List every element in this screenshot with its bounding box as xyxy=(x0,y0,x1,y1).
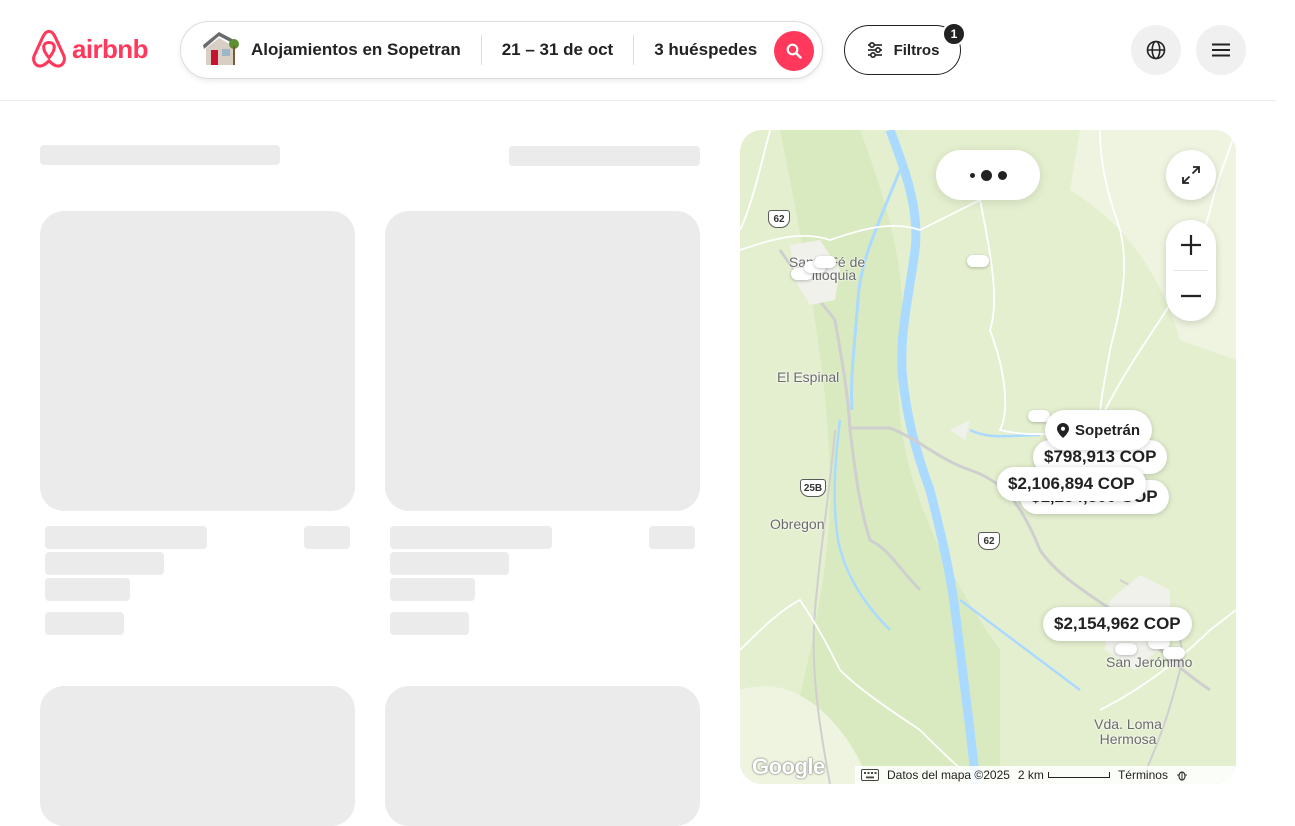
listing-marker[interactable] xyxy=(1163,647,1185,659)
zoom-in-button[interactable] xyxy=(1166,220,1216,270)
skeleton-text-line xyxy=(45,612,124,635)
map-label-loma-hermosa: Vda. Loma Hermosa xyxy=(1094,716,1162,747)
map-label-el-espinal: El Espinal xyxy=(777,369,840,385)
map-loading-indicator xyxy=(936,150,1040,200)
listing-marker[interactable] xyxy=(967,255,989,267)
language-button[interactable] xyxy=(1131,25,1181,75)
skeleton-listing-image xyxy=(385,686,700,826)
map-scale-label: 2 km xyxy=(1017,768,1044,782)
plus-icon xyxy=(1181,235,1201,255)
skeleton-listing-image xyxy=(40,211,355,511)
map-label-obregon: Obregon xyxy=(770,516,825,532)
map-data-attribution[interactable]: Datos del mapa ©2025 xyxy=(887,768,1010,782)
airbnb-logo[interactable]: airbnb xyxy=(30,29,148,69)
place-marker-label: Sopetrán xyxy=(1075,421,1141,439)
keyboard-icon[interactable] xyxy=(861,769,879,781)
globe-icon xyxy=(1146,40,1166,60)
skeleton-text-line xyxy=(390,552,509,575)
skeleton-text-line xyxy=(390,578,475,601)
skeleton-text-line xyxy=(45,526,207,549)
search-dates[interactable]: 21 – 31 de oct xyxy=(482,22,634,78)
search-guests[interactable]: 3 huéspedes xyxy=(634,22,777,78)
filters-label: Filtros xyxy=(893,41,940,59)
highway-62-shield: 62 xyxy=(768,210,790,228)
google-logo: Google xyxy=(752,754,825,779)
search-button[interactable] xyxy=(774,31,814,71)
listing-marker[interactable] xyxy=(814,256,836,268)
skeleton-text-line xyxy=(304,526,350,549)
map-scale-bar xyxy=(1047,772,1110,778)
loading-dot xyxy=(980,169,992,181)
report-bug-icon[interactable] xyxy=(1176,769,1188,781)
airbnb-logo-icon xyxy=(32,29,66,68)
location-pin-icon xyxy=(1057,422,1069,438)
skeleton-text-line xyxy=(390,526,552,549)
skeleton-text-line xyxy=(45,552,164,575)
search-bar[interactable]: Alojamientos en Sopetran 21 – 31 de oct … xyxy=(180,21,823,79)
expand-map-button[interactable] xyxy=(1166,150,1216,200)
search-location-text: Alojamientos en Sopetran xyxy=(251,40,461,59)
zoom-controls xyxy=(1166,220,1216,321)
skeleton-listing-image xyxy=(385,211,700,511)
skeleton-text-line xyxy=(45,578,130,601)
place-marker-sopetran[interactable]: Sopetrán xyxy=(1045,410,1153,450)
hamburger-menu-icon xyxy=(1212,43,1230,57)
highway-62-shield: 62 xyxy=(978,532,1000,550)
price-marker[interactable]: $2,154,962 COP xyxy=(1043,607,1192,641)
loading-dot xyxy=(969,172,975,178)
skeleton-text-line xyxy=(649,526,695,549)
minus-icon xyxy=(1181,294,1201,298)
map-attribution-bar: Datos del mapa ©2025 2 km Términos xyxy=(855,766,1236,784)
house-icon xyxy=(203,32,239,65)
filters-count-badge: 1 xyxy=(942,22,966,46)
map-panel[interactable]: Santa Fé de Antioquia El Espinal Obregon… xyxy=(740,130,1236,784)
airbnb-wordmark: airbnb xyxy=(72,33,148,64)
skeleton-sort-control xyxy=(509,146,700,166)
price-marker[interactable]: $2,106,894 COP xyxy=(997,467,1146,501)
listing-marker[interactable] xyxy=(1115,643,1137,655)
sliders-icon xyxy=(867,41,882,59)
search-location[interactable]: Alojamientos en Sopetran xyxy=(181,22,481,78)
highway-25b-shield: 25B xyxy=(800,479,826,497)
zoom-out-button[interactable] xyxy=(1166,271,1216,321)
map-terms-link[interactable]: Términos xyxy=(1118,768,1168,782)
main-menu-button[interactable] xyxy=(1196,25,1246,75)
skeleton-text-line xyxy=(390,612,469,635)
skeleton-results-count xyxy=(40,145,280,165)
search-icon xyxy=(786,43,802,59)
skeleton-listing-image xyxy=(40,686,355,826)
loading-dot xyxy=(997,170,1007,180)
top-header: airbnb Alojamientos en Sopetran 21 – 31 … xyxy=(0,0,1276,101)
map-scale[interactable]: 2 km xyxy=(1018,768,1110,782)
expand-icon xyxy=(1182,166,1200,184)
